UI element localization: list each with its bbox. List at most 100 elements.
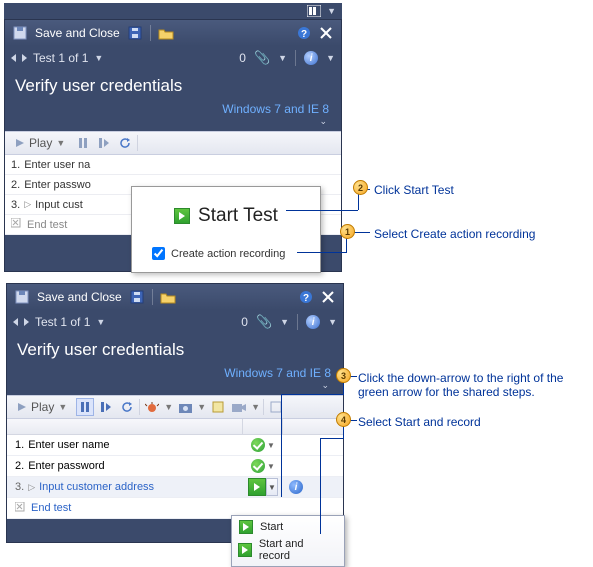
callout-badge-2: 2 xyxy=(353,180,368,195)
svg-text:?: ? xyxy=(303,293,309,304)
callout-3-text: Click the down-arrow to the right of the… xyxy=(358,371,584,399)
chevron-down-icon[interactable]: ▼ xyxy=(94,53,103,63)
ctx-start-and-record[interactable]: Start and record xyxy=(234,536,342,564)
chevron-down-icon[interactable]: ▼ xyxy=(278,53,287,63)
callout-4: 4 xyxy=(336,412,351,427)
save-icon xyxy=(13,288,31,306)
note-icon[interactable] xyxy=(209,398,227,416)
step-grid: 1. Enter user name ▼ 2. Enter password ▼… xyxy=(7,435,343,519)
start-shared-step-dropdown[interactable]: ▼ xyxy=(266,478,278,496)
start-test-button[interactable]: Start Test xyxy=(152,205,300,227)
end-icon xyxy=(11,218,23,231)
test-runner-panel-2: Save and Close ? Test 1 of 1 ▼ 0 📎 ▼ i xyxy=(6,283,344,543)
expand-env-icon[interactable]: ⌄ xyxy=(7,380,343,395)
table-row-shared[interactable]: 3.▷ Input customer address ▼ i xyxy=(7,477,343,498)
chevron-down-icon[interactable]: ▼ xyxy=(267,441,275,450)
chevron-down-icon[interactable]: ▼ xyxy=(197,402,206,412)
expand-env-icon[interactable]: ⌄ xyxy=(5,116,341,131)
test-nav: Test 1 of 1 ▼ 0 📎 ▼ i ▼ xyxy=(5,46,341,70)
start-context-menu: Start Start and record xyxy=(231,515,345,567)
start-arrow-icon xyxy=(238,543,252,557)
callout-1: 1 xyxy=(340,224,355,239)
bug-icon[interactable] xyxy=(143,398,161,416)
start-arrow-icon xyxy=(174,208,190,224)
callout-badge-3: 3 xyxy=(336,368,351,383)
reset-icon[interactable] xyxy=(116,134,134,152)
open-folder-icon[interactable] xyxy=(159,288,177,306)
play-button[interactable]: Play ▼ xyxy=(9,134,71,152)
create-action-recording-checkbox[interactable] xyxy=(152,247,165,260)
test-counter[interactable]: Test 1 of 1 xyxy=(35,315,90,329)
expander-icon[interactable]: ▷ xyxy=(28,482,35,493)
expander-icon[interactable]: ▷ xyxy=(24,199,31,210)
paperclip-icon[interactable]: 📎 xyxy=(256,314,272,330)
titlebar: Save and Close ? xyxy=(7,284,343,310)
prev-test-icon[interactable] xyxy=(13,318,18,326)
step-over-icon[interactable] xyxy=(95,134,113,152)
chevron-down-icon[interactable]: ▼ xyxy=(326,53,335,63)
paperclip-icon[interactable]: 📎 xyxy=(254,50,270,66)
callout-2: 2 xyxy=(353,180,368,195)
play-label: Play xyxy=(31,400,54,414)
ctx-start[interactable]: Start xyxy=(234,518,342,536)
chevron-down-icon[interactable]: ▼ xyxy=(280,317,289,327)
prev-test-icon[interactable] xyxy=(11,54,16,62)
pass-icon[interactable] xyxy=(251,459,265,473)
chevron-down-icon[interactable]: ▼ xyxy=(267,462,275,471)
close-icon[interactable] xyxy=(317,24,335,42)
chevron-down-icon[interactable]: ▼ xyxy=(164,402,173,412)
floppy-icon[interactable] xyxy=(126,24,144,42)
save-icon xyxy=(11,24,29,42)
table-row[interactable]: 1. Enter user name ▼ xyxy=(7,435,343,456)
step-row[interactable]: 1.Enter user na xyxy=(5,155,341,175)
callout-1-text: Select Create action recording xyxy=(374,227,535,241)
help-icon[interactable]: ? xyxy=(295,24,313,42)
callout-4-text: Select Start and record xyxy=(358,415,481,429)
step-over-icon[interactable] xyxy=(97,398,115,416)
close-icon[interactable] xyxy=(319,288,337,306)
chevron-down-icon[interactable]: ▼ xyxy=(251,402,260,412)
chevron-down-icon[interactable]: ▼ xyxy=(327,6,336,16)
test-title: Verify user credentials xyxy=(17,340,333,360)
end-icon xyxy=(15,502,27,515)
help-icon[interactable]: ? xyxy=(297,288,315,306)
info-icon[interactable]: i xyxy=(306,315,320,329)
next-test-icon[interactable] xyxy=(24,318,29,326)
callout-3: 3 xyxy=(336,368,351,383)
pass-icon[interactable] xyxy=(251,438,265,452)
test-counter[interactable]: Test 1 of 1 xyxy=(33,51,88,65)
test-nav: Test 1 of 1 ▼ 0 📎 ▼ i ▼ xyxy=(7,310,343,334)
save-and-close-button[interactable]: Save and Close xyxy=(35,26,120,40)
play-toolbar: Play ▼ xyxy=(5,131,341,155)
view-columns-icon[interactable] xyxy=(305,2,323,20)
open-folder-icon[interactable] xyxy=(157,24,175,42)
camera-icon[interactable] xyxy=(230,398,248,416)
start-arrow-icon xyxy=(239,520,253,534)
start-test-label: Start Test xyxy=(198,205,278,227)
play-button[interactable]: Play ▼ xyxy=(11,398,73,416)
grid-header xyxy=(7,419,343,435)
info-icon[interactable]: i xyxy=(304,51,318,65)
pause-icon[interactable] xyxy=(74,134,92,152)
save-and-close-button[interactable]: Save and Close xyxy=(37,290,122,304)
svg-text:?: ? xyxy=(301,29,307,40)
start-test-popup: Start Test Create action recording xyxy=(131,186,321,273)
screenshot-icon[interactable] xyxy=(176,398,194,416)
callout-badge-4: 4 xyxy=(336,412,351,427)
start-shared-step-button[interactable] xyxy=(248,478,266,496)
reset-icon[interactable] xyxy=(118,398,136,416)
test-title-area: Verify user credentials xyxy=(7,334,343,364)
play-label: Play xyxy=(29,136,52,150)
test-title: Verify user credentials xyxy=(15,76,331,96)
next-test-icon[interactable] xyxy=(22,54,27,62)
info-icon[interactable]: i xyxy=(289,480,303,494)
chevron-down-icon[interactable]: ▼ xyxy=(328,317,337,327)
pause-icon[interactable] xyxy=(76,398,94,416)
tool-icon[interactable] xyxy=(267,398,285,416)
environment-link[interactable]: Windows 7 and IE 8 xyxy=(224,366,331,380)
table-row[interactable]: 2. Enter password ▼ xyxy=(7,456,343,477)
chevron-down-icon[interactable]: ▼ xyxy=(96,317,105,327)
environment-link[interactable]: Windows 7 and IE 8 xyxy=(222,102,329,116)
floppy-icon[interactable] xyxy=(128,288,146,306)
attachment-count: 0 xyxy=(241,315,248,329)
